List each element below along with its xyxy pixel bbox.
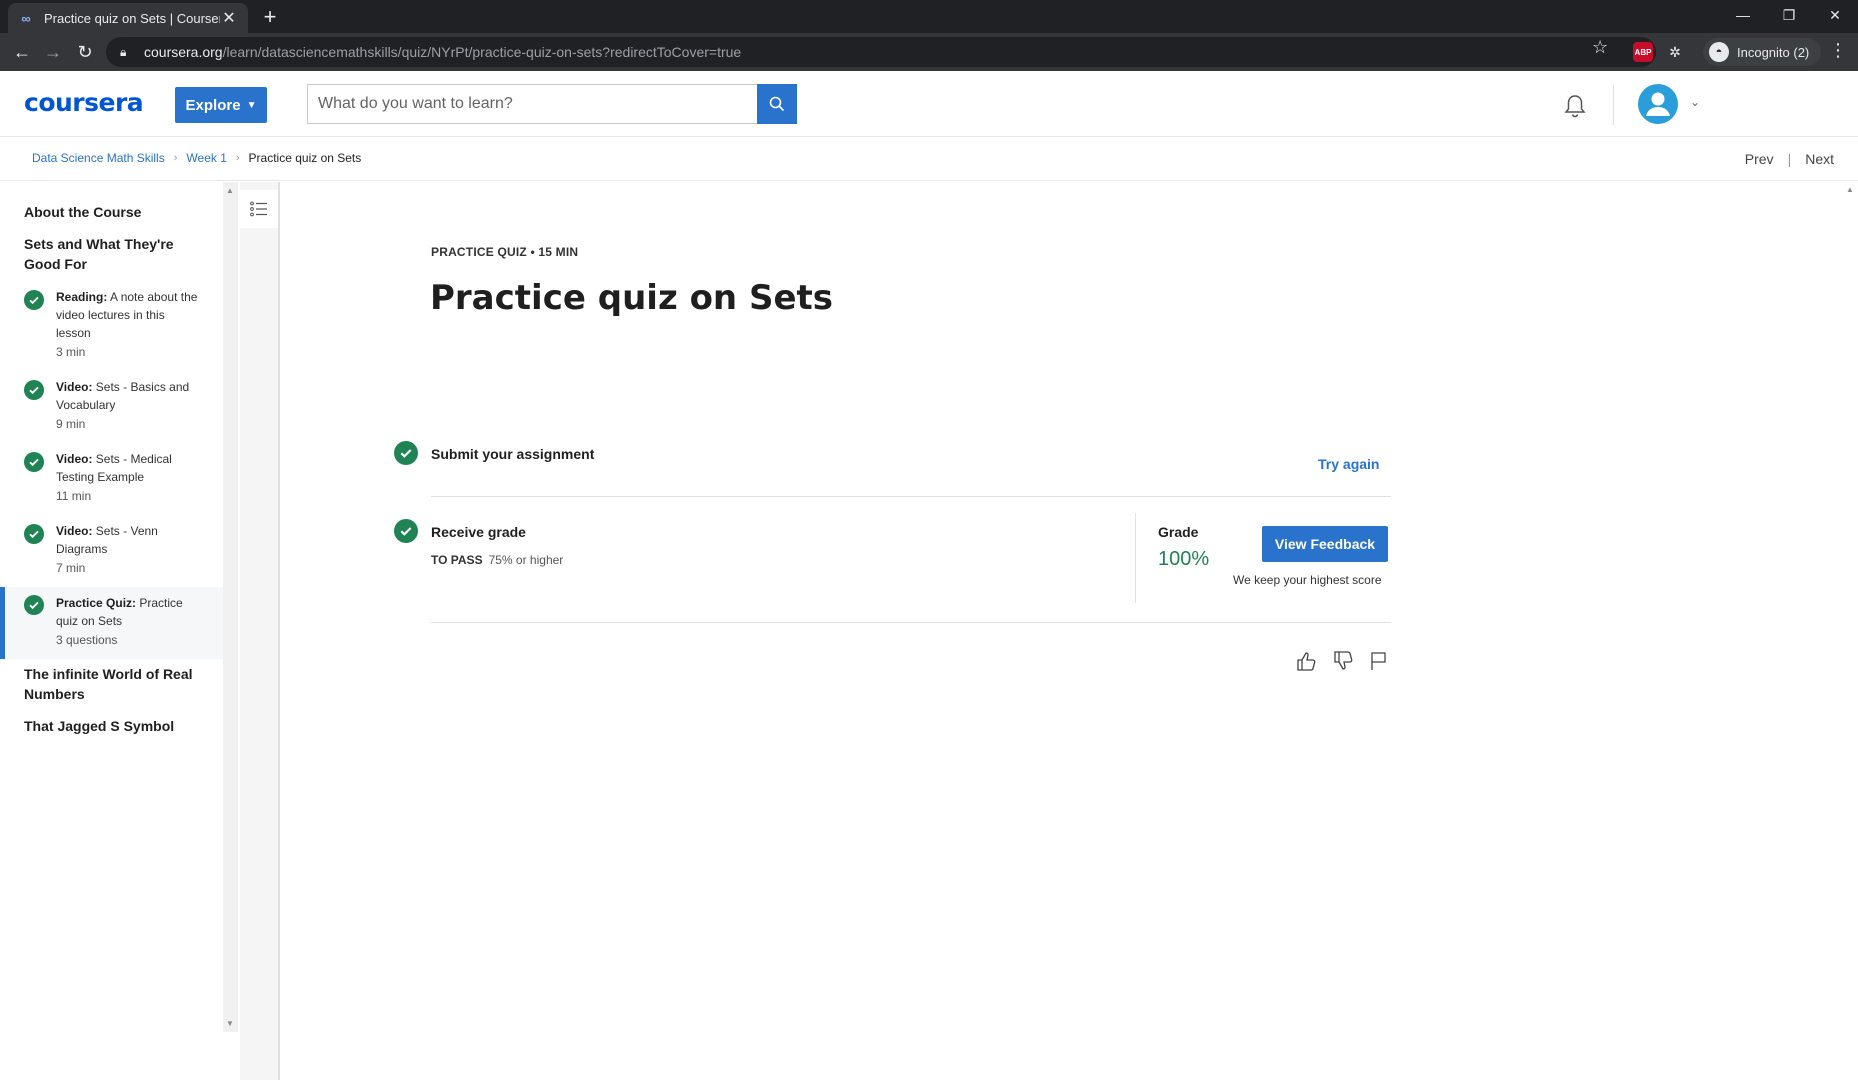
chevron-right-icon: ›	[235, 152, 240, 164]
sidebar-item-text: Video: Sets - Venn Diagrams 7 min	[56, 524, 158, 575]
minimize-icon[interactable]: —	[1720, 0, 1766, 30]
sidebar-item-text: Reading: A note about the video lectures…	[56, 290, 198, 359]
sidebar-section-sets[interactable]: Sets and What They're Good For	[24, 234, 199, 274]
grade-value: 100%	[1158, 548, 1210, 570]
sidebar-item-text: Video: Sets - Medical Testing Example 11 …	[56, 452, 172, 503]
receive-grade-label: Receive grade	[431, 524, 526, 540]
scroll-up-icon[interactable]: ▲	[1846, 185, 1854, 194]
highest-score-note: We keep your highest score	[1233, 573, 1382, 587]
avatar[interactable]	[1638, 84, 1678, 124]
sidebar-section-about[interactable]: About the Course	[24, 202, 199, 222]
search-button[interactable]	[757, 84, 797, 124]
search-field[interactable]	[307, 84, 757, 124]
sidebar-item-video-medical[interactable]: Video: Sets - Medical Testing Example 11 …	[0, 450, 223, 508]
search-input[interactable]	[318, 95, 757, 113]
scroll-down-icon[interactable]: ▼	[226, 1019, 234, 1028]
notification-bell-icon[interactable]	[1562, 93, 1588, 119]
sidebar-item-video-venn[interactable]: Video: Sets - Venn Diagrams 7 min	[0, 522, 223, 580]
thumbs-down-icon[interactable]	[1332, 650, 1354, 672]
divider	[431, 622, 1391, 623]
coursera-logo[interactable]: coursera	[24, 88, 144, 117]
restore-icon[interactable]: ❐	[1766, 0, 1812, 30]
divider	[431, 496, 1391, 497]
new-tab-icon[interactable]: +	[258, 5, 282, 29]
prev-link[interactable]: Prev	[1745, 151, 1774, 167]
incognito-indicator[interactable]: ◓ Incognito (2)	[1703, 38, 1822, 66]
breadcrumb: Data Science Math Skills › Week 1 › Prac…	[32, 151, 361, 165]
completed-check-icon	[394, 519, 418, 543]
chevron-down-icon: ▼	[246, 99, 257, 111]
adblock-extension-icon[interactable]: ABP	[1633, 42, 1653, 62]
completed-check-icon	[24, 595, 44, 615]
sidebar-section-jagged-s[interactable]: That Jagged S Symbol	[24, 716, 199, 736]
outline-toggle-rail	[240, 182, 280, 1080]
lock-icon: 🔒︎	[120, 44, 127, 59]
reload-icon[interactable]: ↻	[73, 40, 97, 64]
site-header: coursera Explore▼ ⌄	[0, 71, 1858, 137]
close-window-icon[interactable]: ✕	[1812, 0, 1858, 30]
list-icon	[250, 201, 267, 217]
url-text: coursera.org/learn/datasciencemathskills…	[144, 44, 742, 60]
explore-button[interactable]: Explore ▼	[175, 87, 267, 123]
grade-divider	[1135, 513, 1136, 603]
prev-next-nav: Prev | Next	[1745, 151, 1834, 167]
try-again-link[interactable]: Try again	[1318, 456, 1379, 472]
search-icon	[769, 96, 785, 112]
sidebar-item-video-basics[interactable]: Video: Sets - Basics and Vocabulary 9 min	[0, 378, 223, 436]
grade-label: Grade	[1158, 524, 1199, 540]
breadcrumb-course[interactable]: Data Science Math Skills	[32, 151, 165, 165]
browser-tab[interactable]: ∞ Practice quiz on Sets | Coursera ✕	[8, 3, 248, 33]
completed-check-icon	[394, 441, 418, 465]
nav-divider: |	[1787, 151, 1792, 167]
forward-icon[interactable]: →	[41, 40, 65, 64]
extension-icon[interactable]: ✲	[1665, 42, 1685, 62]
incognito-icon: ◓	[1709, 42, 1729, 62]
main-scrollbar[interactable]: ▲	[1843, 182, 1858, 1080]
user-icon	[1646, 92, 1670, 116]
sidebar-item-text: Video: Sets - Basics and Vocabulary 9 min	[56, 380, 190, 431]
sidebar-item-text: Practice Quiz: Practice quiz on Sets 3 qu…	[56, 596, 183, 647]
sidebar-item-practice-quiz[interactable]: Practice Quiz: Practice quiz on Sets 3 qu…	[0, 587, 223, 659]
view-feedback-button[interactable]: View Feedback	[1262, 526, 1388, 562]
sidebar-item-reading[interactable]: Reading: A note about the video lectures…	[0, 288, 223, 364]
pass-requirement: TO PASS 75% or higher	[431, 553, 564, 567]
next-link[interactable]: Next	[1805, 151, 1834, 167]
chevron-right-icon: ›	[173, 152, 178, 164]
sidebar-scrollbar[interactable]: ▲ ▼	[223, 182, 238, 1032]
breadcrumb-current: Practice quiz on Sets	[248, 151, 362, 165]
thumbs-up-icon[interactable]	[1295, 650, 1317, 672]
course-outline-sidebar: About the Course Sets and What They're G…	[0, 182, 223, 1032]
completed-check-icon	[24, 380, 44, 400]
window-controls: — ❐ ✕	[1720, 0, 1858, 30]
tab-close-icon[interactable]: ✕	[220, 8, 238, 28]
page-title: Practice quiz on Sets	[430, 278, 834, 318]
flag-icon[interactable]	[1367, 650, 1389, 672]
completed-check-icon	[24, 290, 44, 310]
chevron-down-icon[interactable]: ⌄	[1690, 95, 1700, 109]
address-bar[interactable]: 🔒︎ coursera.org/learn/datasciencemathski…	[106, 37, 1656, 67]
quiz-meta: PRACTICE QUIZ • 15 MIN	[431, 245, 579, 259]
back-icon[interactable]: ←	[10, 40, 34, 64]
sidebar-section-real-numbers[interactable]: The infinite World of Real Numbers	[24, 664, 199, 704]
scroll-up-icon[interactable]: ▲	[226, 186, 234, 195]
breadcrumb-bar: Data Science Math Skills › Week 1 › Prac…	[0, 137, 1858, 181]
submit-assignment-label: Submit your assignment	[431, 446, 595, 462]
completed-check-icon	[24, 452, 44, 472]
outline-toggle-button[interactable]	[240, 190, 278, 228]
completed-check-icon	[24, 524, 44, 544]
browser-menu-icon[interactable]: ⋮	[1828, 40, 1848, 61]
browser-toolbar: ← → ↻ 🔒︎ coursera.org/learn/datasciencem…	[0, 33, 1858, 71]
bookmark-star-icon[interactable]: ☆	[1592, 37, 1608, 58]
coursera-favicon-icon: ∞	[21, 10, 31, 26]
browser-tabbar: ∞ Practice quiz on Sets | Coursera ✕ + —…	[0, 0, 1858, 33]
breadcrumb-week[interactable]: Week 1	[186, 151, 226, 165]
tab-title: Practice quiz on Sets | Coursera	[44, 10, 220, 26]
header-divider	[1613, 85, 1614, 125]
